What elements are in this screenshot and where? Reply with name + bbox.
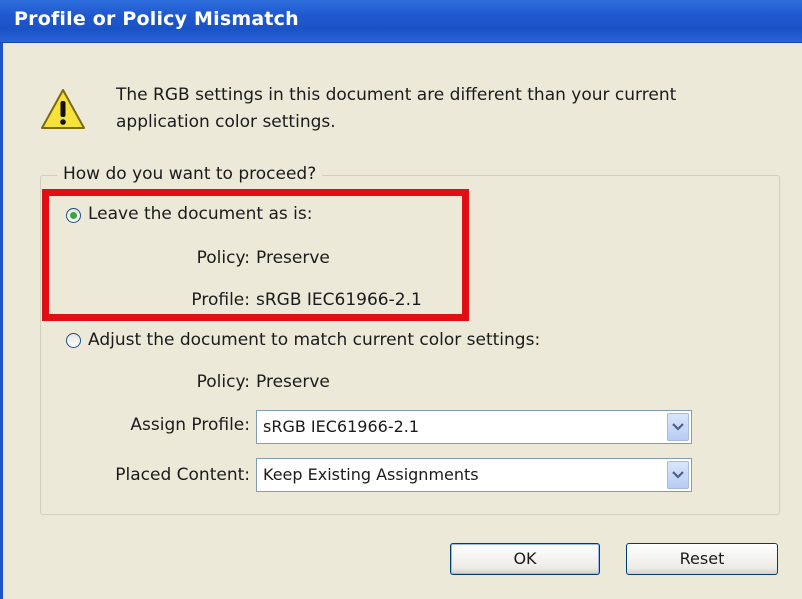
placed-content-value: Keep Existing Assignments xyxy=(263,465,479,484)
assign-profile-select[interactable]: sRGB IEC61966-2.1 xyxy=(256,410,692,444)
warning-icon xyxy=(41,89,85,129)
title-bar[interactable]: Profile or Policy Mismatch xyxy=(0,0,802,43)
highlight-box xyxy=(42,189,469,321)
adjust-document-radio[interactable] xyxy=(66,333,81,348)
chevron-down-icon[interactable] xyxy=(667,461,689,489)
message-line-1: The RGB settings in this document are di… xyxy=(116,85,677,105)
chevron-down-icon[interactable] xyxy=(667,413,689,441)
assign-profile-label: Assign Profile: xyxy=(130,415,250,435)
assign-profile-value: sRGB IEC61966-2.1 xyxy=(263,417,420,436)
group-legend: How do you want to proceed? xyxy=(57,164,323,184)
mismatch-message: The RGB settings in this document are di… xyxy=(116,82,756,136)
message-line-2: application color settings. xyxy=(116,112,336,132)
adjust-policy-value: Preserve xyxy=(256,372,330,392)
placed-content-label: Placed Content: xyxy=(115,465,250,485)
placed-content-select[interactable]: Keep Existing Assignments xyxy=(256,458,692,492)
adjust-policy-label: Policy: xyxy=(196,372,250,392)
adjust-document-label[interactable]: Adjust the document to match current col… xyxy=(88,330,540,350)
ok-button[interactable]: OK xyxy=(450,543,600,575)
reset-button[interactable]: Reset xyxy=(626,543,778,575)
window-title: Profile or Policy Mismatch xyxy=(14,8,299,30)
